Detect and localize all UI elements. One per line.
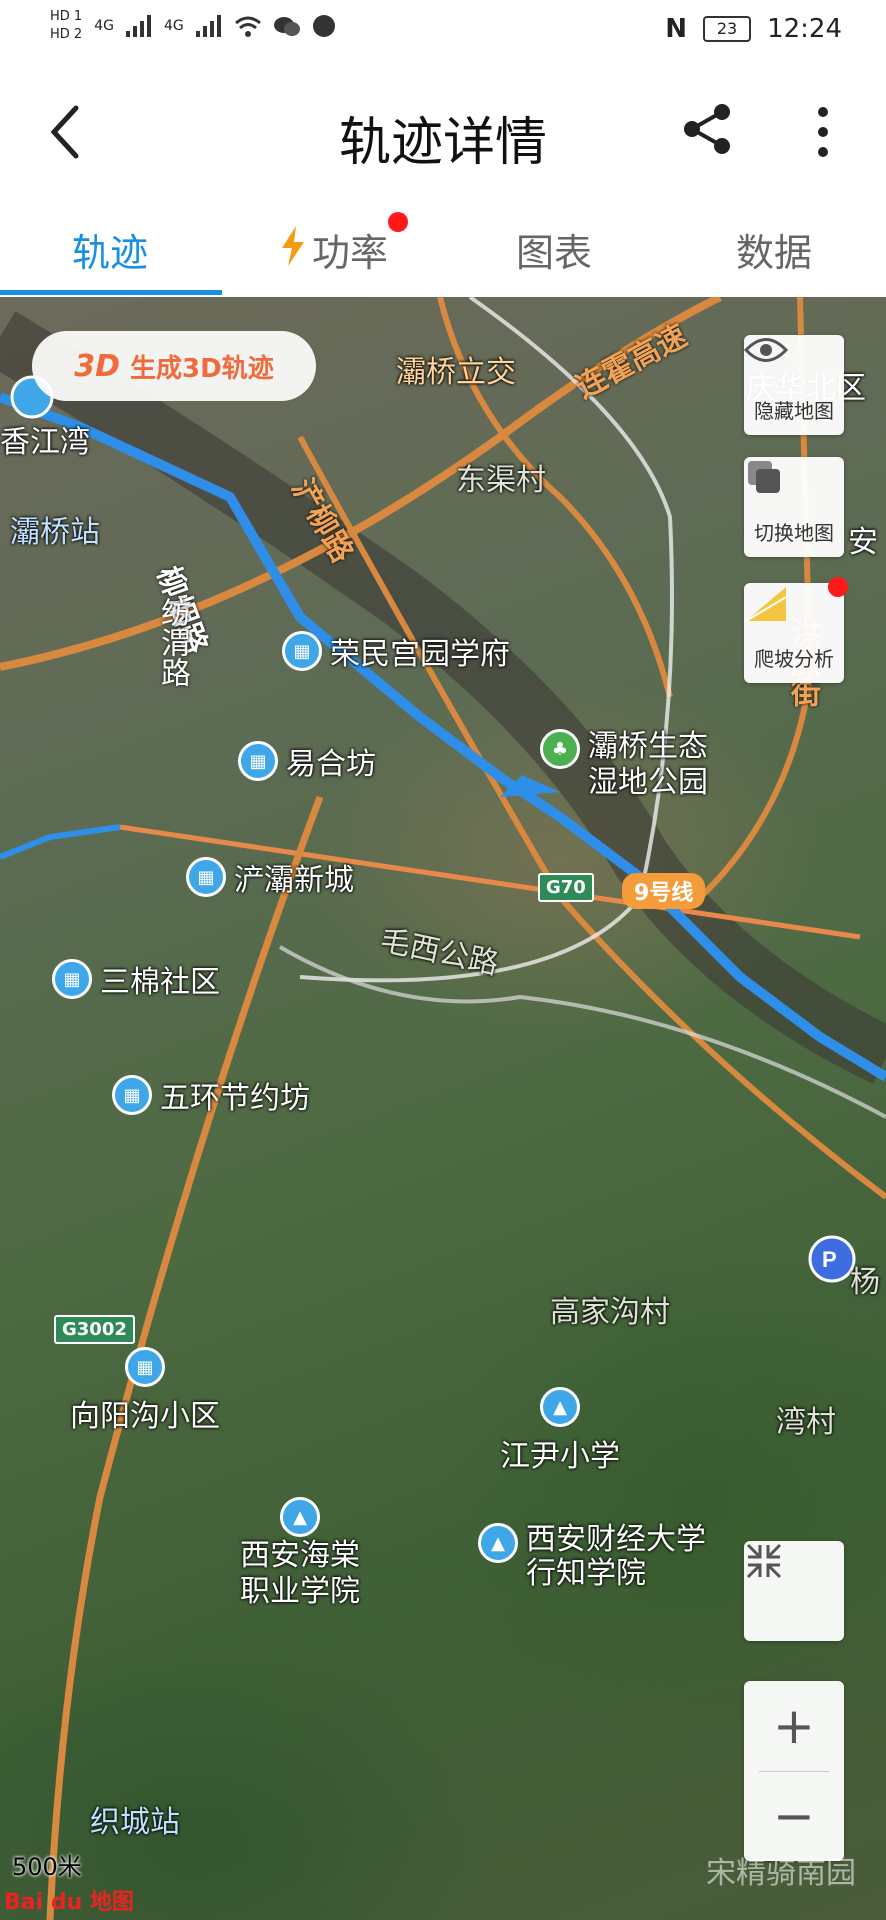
- poi-sanmian-label: 三棉社区: [100, 965, 220, 1000]
- poi-park-text: 灞桥生态 湿地公园: [588, 729, 708, 801]
- building-icon: ▦: [238, 741, 278, 781]
- poi-wuhuan-label: 五环节约坊: [160, 1081, 310, 1116]
- school-icon: ▲: [280, 1497, 320, 1537]
- hd2-label: HD 2: [50, 27, 83, 42]
- signal2-label: 4G: [163, 18, 184, 34]
- poi-jiangyin-label: 江尹小学: [500, 1439, 620, 1474]
- map-scale: 500米: [12, 1853, 82, 1881]
- poi-xihai-label-2: 职业学院: [240, 1574, 360, 1609]
- poi-xiangyang-label: 向阳沟小区: [70, 1399, 220, 1434]
- tab-power[interactable]: 功率: [312, 222, 388, 277]
- watermark: 宋精骑南园: [706, 1856, 856, 1891]
- zoom-in-icon[interactable]: +: [773, 1681, 815, 1771]
- poi-park-label-2: 湿地公园: [588, 765, 708, 800]
- building-icon: ▦: [112, 1075, 152, 1115]
- hide-map-button[interactable]: 隐藏地图: [744, 335, 844, 435]
- more-options-icon[interactable]: [808, 102, 838, 162]
- label-bachao-lijiao: 灞桥立交: [396, 355, 516, 390]
- page-title: 轨迹详情: [338, 113, 547, 173]
- poi-xiangyang[interactable]: ▦ 向阳沟小区: [70, 1347, 220, 1435]
- collapse-button[interactable]: [744, 1541, 844, 1641]
- highway-badge-g3002: G3002: [54, 1315, 135, 1344]
- poi-wuhuan[interactable]: ▦ 五环节约坊: [112, 1073, 310, 1117]
- poi-sanmian[interactable]: ▦ 三棉社区: [52, 957, 220, 1001]
- wifi-icon: [234, 16, 261, 37]
- label-gaojiagou: 高家沟村: [550, 1295, 670, 1330]
- metro-badge-line9: 9号线: [622, 873, 706, 909]
- status-right: N 23 12:24: [665, 14, 842, 44]
- poi-jiangyin[interactable]: ▲ 江尹小学: [500, 1387, 620, 1475]
- poi-xihai[interactable]: ▲ 西安海棠 职业学院: [240, 1497, 360, 1609]
- tree-icon: ♣: [540, 729, 580, 769]
- hide-map-label: 隐藏地图: [754, 399, 834, 423]
- signal-bars-2-icon: [195, 15, 221, 37]
- lightning-icon: [280, 226, 306, 270]
- browser-icon: [312, 15, 335, 37]
- hd1-label: HD 1: [50, 9, 83, 24]
- highway-badge-g70: G70: [538, 873, 594, 902]
- hd-indicators: HD 1 HD 2: [50, 8, 82, 44]
- poi-rongmin[interactable]: ▦ 荣民宫园学府: [282, 629, 510, 673]
- share-icon[interactable]: [680, 102, 734, 156]
- eye-icon: [744, 335, 844, 395]
- switch-map-button[interactable]: 切换地图: [744, 457, 844, 557]
- collapse-icon: [746, 1543, 782, 1579]
- baidu-logo: Bai du 地图: [4, 1890, 134, 1915]
- poi-park[interactable]: ♣ 灞桥生态 湿地公园: [540, 729, 708, 801]
- switch-map-label: 切换地图: [754, 521, 834, 545]
- building-icon: ▦: [282, 631, 322, 671]
- label-dongqu: 东渠村: [456, 463, 546, 498]
- label-lucun: 湾村: [776, 1405, 836, 1440]
- signal-bars-icon: [125, 15, 151, 37]
- layers-icon: [744, 457, 844, 517]
- status-bar: HD 1 HD 2 4G 4G N 23 12:24: [0, 0, 886, 62]
- tab-track[interactable]: 轨迹: [72, 222, 148, 277]
- generate-3d-track-button[interactable]: 3D 生成3D轨迹: [32, 331, 316, 401]
- poi-caijing-text: 西安财经大学 行知学院: [526, 1523, 706, 1591]
- poi-caijing-label-1: 西安财经大学: [526, 1522, 706, 1557]
- school-icon: ▲: [540, 1387, 580, 1427]
- label-bachao-station: 灞桥站: [10, 515, 100, 550]
- poi-park-label-1: 灞桥生态: [588, 729, 708, 764]
- tab-bar: 轨迹 功率 图表 数据: [0, 202, 886, 297]
- top-app-bar: 轨迹详情: [0, 62, 886, 202]
- btn3d-prefix: 3D: [74, 348, 121, 384]
- btn3d-label: 生成3D轨迹: [130, 353, 274, 384]
- building-icon: ▦: [125, 1347, 165, 1387]
- poi-chanba-label: 浐灞新城: [234, 863, 354, 898]
- slope-analysis-button[interactable]: 爬坡分析: [744, 577, 848, 683]
- poi-rongmin-label: 荣民宫园学府: [330, 637, 510, 672]
- slope-notification-dot: [828, 577, 848, 597]
- active-tab-indicator: [0, 290, 222, 295]
- svg-text:P: P: [822, 1247, 837, 1272]
- tab-chart[interactable]: 图表: [516, 222, 592, 277]
- signal1-label: 4G: [94, 18, 114, 34]
- label-anyuan: 安: [848, 525, 878, 560]
- school-icon: ▲: [478, 1523, 518, 1563]
- poi-caijing[interactable]: ▲ 西安财经大学 行知学院: [478, 1523, 706, 1591]
- map-view[interactable]: P 3D 生成3D轨迹 连霍高速 浐柳路 柳烟路 纺渭路 洪庆街 香江湾 灞桥站…: [0, 297, 886, 1920]
- slope-analysis-label: 爬坡分析: [754, 647, 834, 671]
- building-icon: ▦: [186, 857, 226, 897]
- status-left: HD 1 HD 2 4G 4G: [50, 8, 336, 44]
- poi-yihe[interactable]: ▦ 易合坊: [238, 739, 376, 783]
- tab-data[interactable]: 数据: [736, 222, 812, 277]
- label-xiangjiang: 香江湾: [0, 425, 90, 460]
- zoom-controls: + −: [744, 1681, 844, 1861]
- battery-icon: 23: [703, 16, 752, 42]
- building-icon: ▦: [52, 959, 92, 999]
- poi-xihai-label-1: 西安海棠: [240, 1538, 360, 1573]
- nfc-icon: N: [665, 14, 688, 44]
- poi-chanba[interactable]: ▦ 浐灞新城: [186, 855, 354, 899]
- label-yang: 杨: [850, 1265, 880, 1300]
- wechat-icon: [273, 17, 300, 36]
- poi-yihe-label: 易合坊: [286, 747, 376, 782]
- track-start-segment: [0, 824, 121, 860]
- road-label-fangwei: 纺渭路: [155, 597, 190, 687]
- poi-caijing-label-2: 行知学院: [526, 1556, 646, 1591]
- clock: 12:24: [767, 14, 842, 44]
- power-notification-dot: [388, 212, 408, 232]
- label-zhicheng: 织城站: [90, 1805, 180, 1840]
